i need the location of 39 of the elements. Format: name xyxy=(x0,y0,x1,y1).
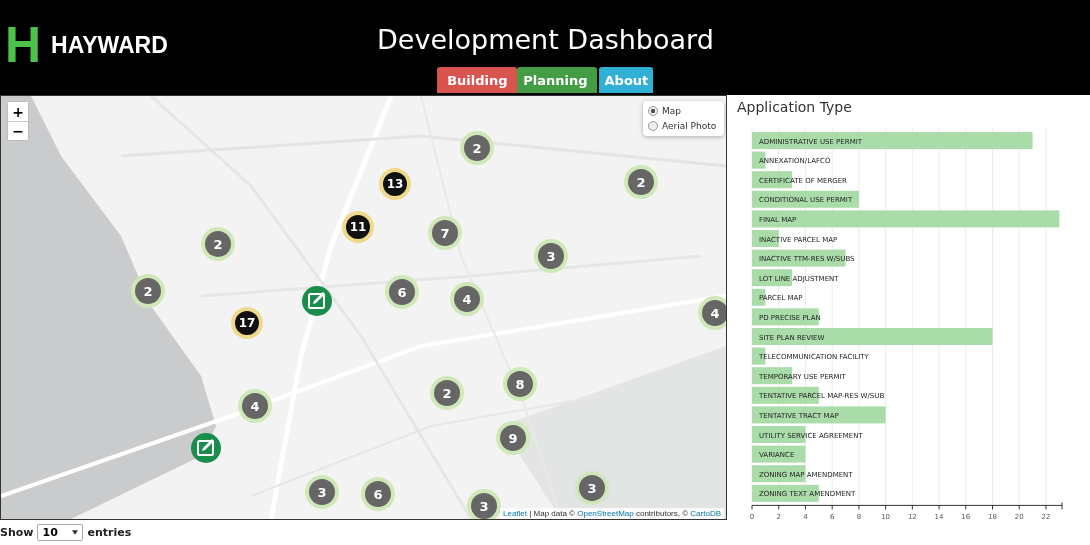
cluster-marker[interactable]: 8 xyxy=(507,371,533,397)
cluster-marker[interactable]: 17 xyxy=(235,311,259,335)
layer-label[interactable]: Map xyxy=(662,106,681,116)
page-size-select[interactable]: 10 xyxy=(37,523,84,541)
cluster-marker[interactable]: 6 xyxy=(389,279,415,305)
cluster-marker[interactable]: 13 xyxy=(383,172,407,196)
entries-label: entries xyxy=(87,525,132,539)
cluster-marker[interactable]: 2 xyxy=(205,231,231,257)
radio-button[interactable] xyxy=(648,121,658,131)
panel-title: Application Type xyxy=(737,99,853,117)
nav-tab[interactable]: Planning xyxy=(517,67,598,93)
cluster-marker[interactable]: 6 xyxy=(365,481,391,507)
dashboard-title: Development Dashboard xyxy=(377,23,714,57)
cluster-marker[interactable]: 4 xyxy=(242,393,268,419)
map-link[interactable]: Leaflet xyxy=(503,509,527,518)
cluster-marker[interactable]: 3 xyxy=(309,479,335,505)
cluster-marker[interactable]: 2 xyxy=(135,278,161,304)
cluster-marker[interactable]: 2 xyxy=(628,169,654,195)
cluster-marker[interactable]: 7 xyxy=(432,220,458,246)
cluster-marker[interactable]: 4 xyxy=(454,286,480,312)
cluster-marker[interactable]: 3 xyxy=(579,475,605,501)
cluster-marker[interactable]: 9 xyxy=(500,425,526,451)
cluster-marker[interactable]: 2 xyxy=(434,380,460,406)
map-link[interactable]: CartoDB xyxy=(690,509,721,518)
radio-button[interactable] xyxy=(648,106,658,116)
nav-tab[interactable]: Building xyxy=(437,67,518,93)
cluster-marker[interactable]: 3 xyxy=(471,493,497,519)
attribution-text: Leaflet | Map data © OpenStreetMap contributors, © CartoDB xyxy=(500,508,724,519)
cluster-marker[interactable]: 2 xyxy=(464,135,490,161)
logo-letter: H xyxy=(5,16,42,74)
zoom-out-button[interactable]: − xyxy=(8,121,28,140)
layer-label[interactable]: Aerial Photo xyxy=(662,121,717,131)
map-link[interactable]: OpenStreetMap xyxy=(577,509,634,518)
logo-text: HAYWARD xyxy=(51,31,168,59)
cluster-marker[interactable]: 4 xyxy=(702,300,726,326)
show-label: Show xyxy=(0,525,34,539)
map-panel[interactable]: + − Map Aerial Photo 2 13 2 2 11 7 3 2 6 4 4 17 4 2 8 9 3 6 3 3 Leaflet | Map data © OpenStreetMap contributors, © CartoDB xyxy=(0,95,727,520)
caret-icon xyxy=(72,529,79,535)
cluster-marker[interactable]: 11 xyxy=(346,215,370,239)
